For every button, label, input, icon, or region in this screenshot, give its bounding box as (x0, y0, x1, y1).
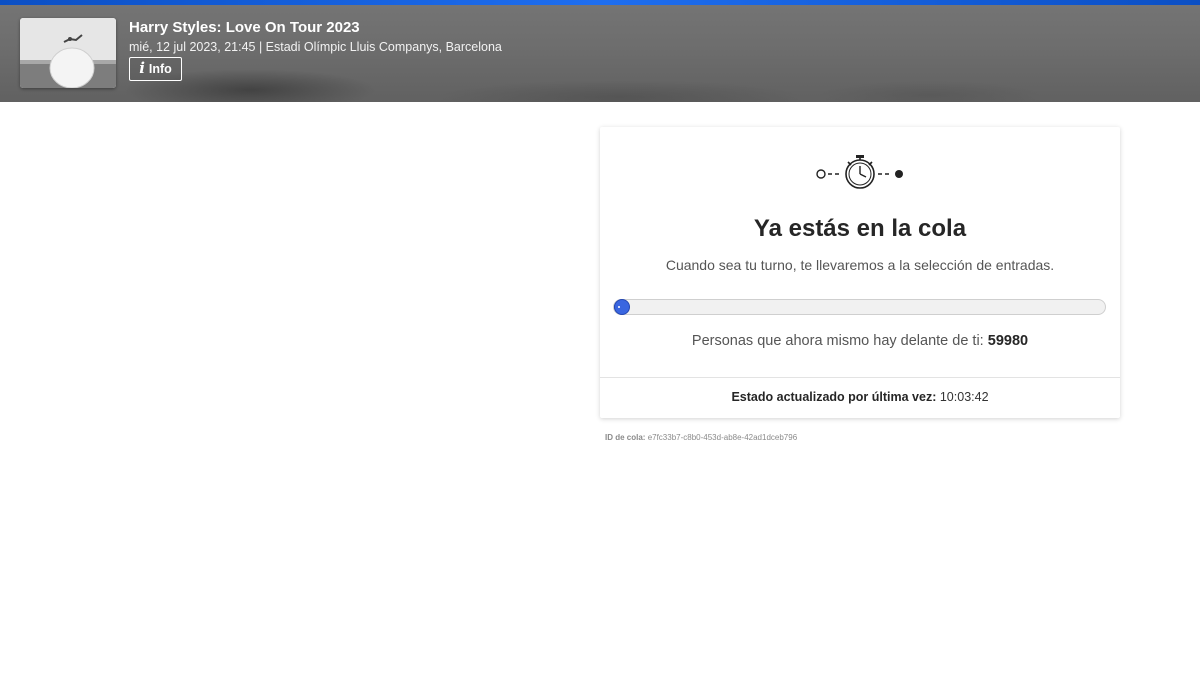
event-info: Harry Styles: Love On Tour 2023 mié, 12 … (129, 19, 502, 81)
card-divider (600, 377, 1120, 378)
info-icon: i (139, 59, 145, 77)
queue-title: Ya estás en la cola (753, 215, 967, 242)
last-updated-time: 10:03:42 (939, 390, 989, 404)
event-thumbnail (20, 18, 116, 88)
people-ahead-label: Personas que ahora mismo hay delante de … (691, 333, 984, 349)
queue-id-value: e7fc33b7-c8b0-453d-ab8e-42ad1dceb796 (647, 433, 798, 442)
info-button[interactable]: i Info (129, 57, 182, 81)
queue-progress-marker (614, 299, 630, 315)
queue-id-label: ID de cola: (605, 433, 646, 442)
queue-progress-bar (613, 299, 1106, 315)
event-photo (20, 18, 116, 88)
people-ahead: Personas que ahora mismo hay delante de … (600, 333, 1120, 349)
event-header: Harry Styles: Love On Tour 2023 mié, 12 … (0, 5, 1200, 102)
info-button-label: Info (148, 62, 172, 76)
queue-id: ID de cola: e7fc33b7-c8b0-453d-ab8e-42ad… (605, 433, 797, 442)
event-title: Harry Styles: Love On Tour 2023 (129, 19, 360, 36)
people-ahead-count: 59980 (987, 333, 1029, 349)
last-updated: Estado actualizado por última vez: 10:03… (600, 390, 1120, 404)
event-date-venue: mié, 12 jul 2023, 21:45 | Estadi Olímpic… (129, 40, 502, 54)
stopwatch-icon (816, 155, 903, 189)
queue-card: Ya estás en la cola Cuando sea tu turno,… (600, 127, 1120, 418)
last-updated-label: Estado actualizado por última vez: (731, 390, 937, 404)
queue-subtitle: Cuando sea tu turno, te llevaremos a la … (665, 257, 1055, 273)
